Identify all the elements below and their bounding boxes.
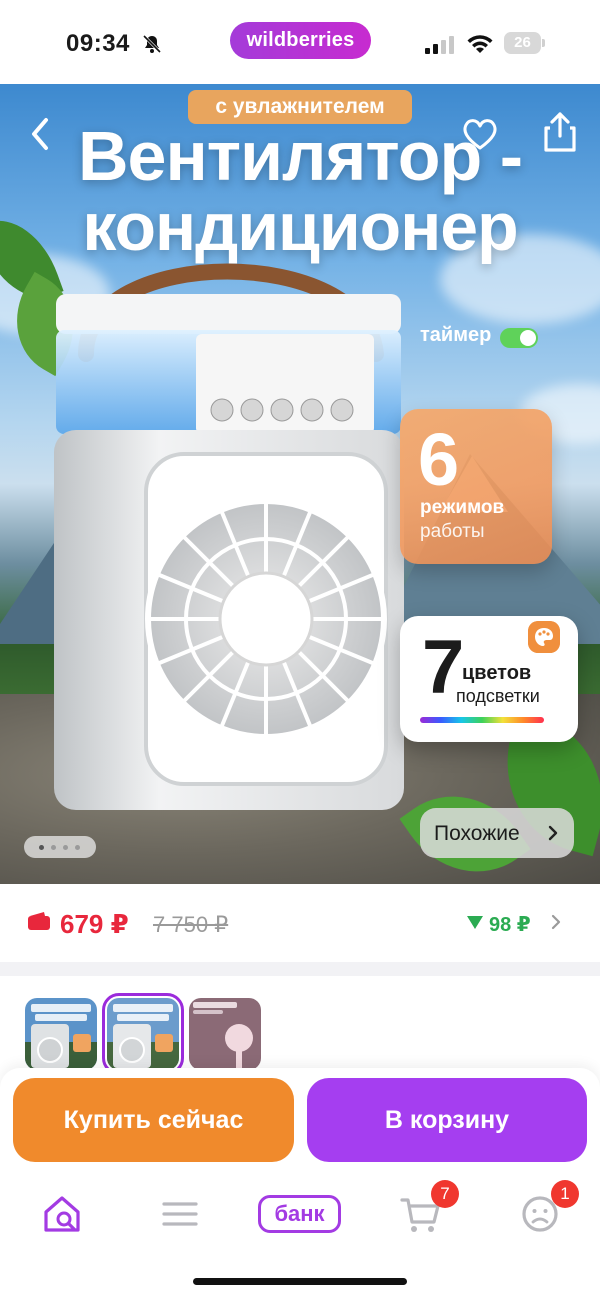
battery-level: 26 (514, 34, 531, 51)
purchase-action-bar: Купить сейчас В корзину (0, 1068, 600, 1180)
variant-thumbnail[interactable] (189, 998, 261, 1070)
old-price: 7 750 ₽ (153, 912, 229, 937)
modes-feature-card: 6 режимов работы (400, 409, 552, 564)
modes-label-1: режимов (420, 497, 505, 518)
wildberries-logo: wildberries (230, 22, 371, 59)
price-row[interactable]: 679 ₽ 7 750 ₽ 98 ₽ (0, 884, 600, 962)
wallet-icon (28, 912, 50, 930)
product-headline-line1: Вентилятор - (77, 117, 523, 195)
status-time: 09:34 (66, 30, 130, 57)
rainbow-bar (420, 717, 544, 723)
colors-label-2: подсветки (456, 686, 540, 706)
catalog-menu-icon[interactable] (158, 1192, 202, 1236)
buy-now-button[interactable]: Купить сейчас (13, 1078, 294, 1162)
timer-feature-label: таймер (420, 324, 492, 346)
home-indicator[interactable] (193, 1278, 407, 1285)
down-triangle-icon (467, 916, 483, 929)
similar-label: Похожие (434, 822, 520, 845)
wifi-icon (467, 35, 493, 53)
cart-count-badge: 7 (431, 1180, 459, 1208)
timer-toggle-graphic (500, 328, 538, 348)
colors-label-1: цветов (462, 662, 532, 684)
cellular-signal-icon (425, 36, 454, 54)
modes-label-2: работы (420, 521, 485, 542)
status-bar: 09:34 wildberries 26 (0, 0, 600, 84)
share-icon[interactable] (540, 110, 580, 154)
chevron-right-icon[interactable] (550, 913, 562, 931)
home-search-icon[interactable] (40, 1192, 84, 1236)
air-cooler-product-image (54, 263, 404, 810)
gallery-page-indicator (24, 836, 96, 858)
battery-indicator: 26 (504, 32, 546, 54)
bottom-tab-bar: банк 7 1 (0, 1180, 600, 1298)
section-divider (0, 962, 600, 976)
variant-thumbnail[interactable] (25, 998, 97, 1070)
variant-thumbnail-selected[interactable] (102, 993, 184, 1075)
chevron-right-icon (548, 825, 558, 841)
favorite-heart-icon[interactable] (460, 114, 500, 154)
bell-off-icon (142, 34, 162, 54)
bank-tab[interactable]: банк (258, 1195, 341, 1233)
color-variant-thumbnails (0, 976, 600, 1076)
cashback-amount: 98 ₽ (489, 914, 531, 936)
product-image-gallery[interactable]: с увлажнителем Вентилятор - кондиционер (0, 84, 600, 884)
profile-notification-badge: 1 (551, 1180, 579, 1208)
back-arrow-icon[interactable] (24, 112, 58, 156)
current-price: 679 ₽ (60, 909, 129, 939)
similar-products-button[interactable]: Похожие (420, 808, 574, 858)
palette-icon (528, 621, 560, 653)
add-to-cart-button[interactable]: В корзину (307, 1078, 587, 1162)
modes-count: 6 (418, 418, 460, 501)
